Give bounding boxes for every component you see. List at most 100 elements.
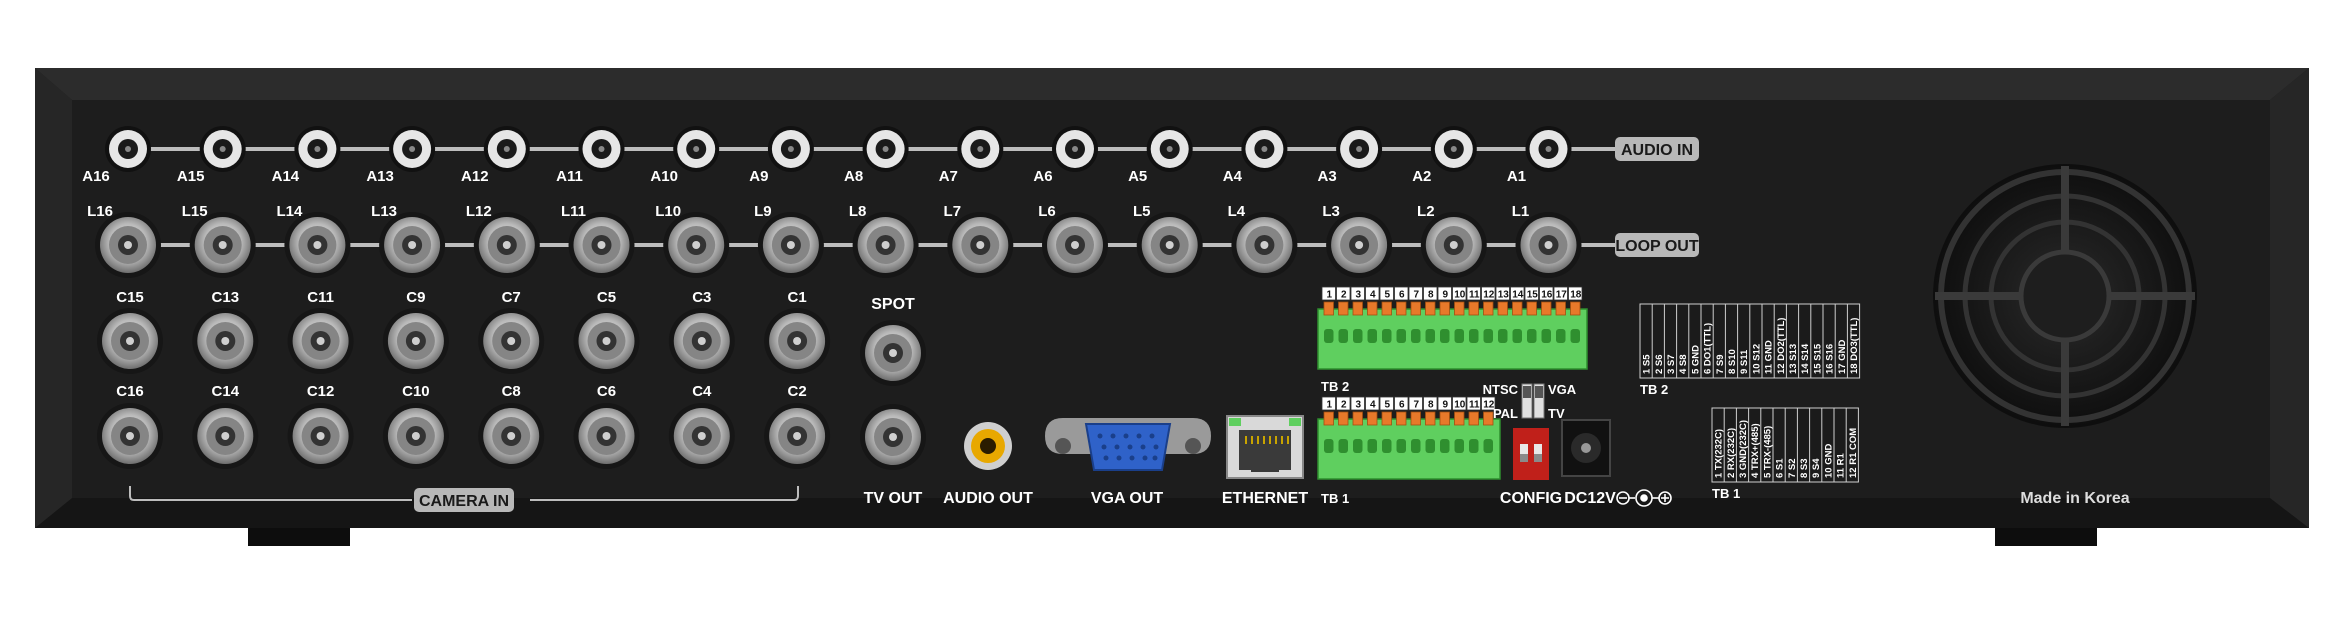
- tb2-table-entry-3: 3 S7: [1666, 354, 1677, 374]
- loop-out-label-l6: L6: [1038, 203, 1056, 220]
- tb2-table-entry-12: 12 DO2(TTL): [1776, 318, 1787, 374]
- loop-out-bnc-l3[interactable]: [1326, 212, 1393, 278]
- audio-in-jack-a4[interactable]: [1241, 126, 1288, 172]
- audio-in-jack-a11[interactable]: [578, 126, 625, 172]
- loop-out-bnc-l9[interactable]: [757, 212, 824, 278]
- camera-in-bnc-c8[interactable]: [478, 403, 545, 469]
- loop-out-bnc-l11[interactable]: [568, 212, 635, 278]
- loop-out-bnc-l16[interactable]: [95, 212, 161, 278]
- tb2-table-entry-13: 13 S13: [1788, 344, 1799, 374]
- loop-out-label-l4: L4: [1228, 203, 1246, 220]
- loop-out-bnc-l12[interactable]: [473, 212, 540, 278]
- loop-out-label-l1: L1: [1512, 203, 1530, 220]
- tb1-connector-body[interactable]: [1317, 411, 1501, 480]
- dvr-rear-panel: A16 A15 A14 A13 A12 A11 A10 A9 A8 A7 A6 A5 A4 A3 A2 A1 A…: [35, 68, 2309, 546]
- audio-in-label-a10: A10: [650, 168, 678, 185]
- tb1-table-entry-4: 4 TRX+(485): [1750, 423, 1761, 478]
- vga-tv-switch[interactable]: [1533, 383, 1545, 419]
- audio-in-jack-a1[interactable]: [1525, 126, 1572, 172]
- camera-in-label-c4: C4: [692, 383, 712, 400]
- loop-out-bnc-l6[interactable]: [1042, 212, 1108, 278]
- camera-in-bnc-c4[interactable]: [668, 403, 735, 469]
- loop-out-bnc-l4[interactable]: [1231, 212, 1298, 278]
- tb2-connector-body[interactable]: [1317, 301, 1588, 370]
- camera-in-bnc-c16[interactable]: [97, 403, 163, 469]
- ntsc-label: NTSC: [1483, 382, 1519, 397]
- loop-out-bnc-l7[interactable]: [947, 212, 1014, 278]
- camera-in-bnc-c10[interactable]: [382, 403, 449, 469]
- camera-in-label-c1: C1: [788, 289, 807, 306]
- loop-out-bnc-l8[interactable]: [852, 212, 919, 278]
- camera-in-bnc-c1[interactable]: [764, 308, 831, 374]
- tv-mode-label: TV: [1548, 406, 1565, 421]
- tb2-pin-number-7: 7: [1413, 290, 1419, 301]
- camera-in-bnc-c3[interactable]: [668, 308, 735, 374]
- camera-in-bnc-c9[interactable]: [382, 308, 449, 374]
- tv-out-bnc-connector[interactable]: [860, 404, 926, 470]
- audio-in-jack-a9[interactable]: [767, 126, 814, 172]
- camera-in-bnc-c13[interactable]: [192, 308, 259, 374]
- tb2-pin-number-15: 15: [1527, 290, 1539, 301]
- audio-in-jack-a7[interactable]: [957, 126, 1004, 172]
- tb2-pin-number-17: 17: [1556, 290, 1568, 301]
- camera-in-bnc-c14[interactable]: [192, 403, 259, 469]
- camera-in-label-c15: C15: [116, 289, 144, 306]
- audio-out-rca-jack[interactable]: [964, 422, 1012, 470]
- loop-out-bnc-l14[interactable]: [284, 212, 351, 278]
- tb1-pin-number-8: 8: [1428, 400, 1434, 411]
- audio-in-label-a16: A16: [82, 168, 110, 185]
- audio-in-jack-a8[interactable]: [862, 126, 909, 172]
- loop-out-bnc-l10[interactable]: [663, 212, 730, 278]
- camera-in-bnc-c15[interactable]: [97, 308, 163, 374]
- audio-in-label-a6: A6: [1033, 168, 1052, 185]
- audio-in-label-a15: A15: [177, 168, 205, 185]
- loop-out-bnc-l15[interactable]: [189, 212, 256, 278]
- tb1-table-entry-6: 6 S1: [1775, 458, 1786, 478]
- audio-in-label-a4: A4: [1223, 168, 1243, 185]
- audio-in-jack-a6[interactable]: [1052, 126, 1098, 172]
- tb2-pin-number-12: 12: [1483, 290, 1495, 301]
- audio-out-label: AUDIO OUT: [943, 490, 1033, 507]
- dc12v-power-jack[interactable]: [1561, 419, 1611, 477]
- tb1-table-entry-9: 9 S4: [1811, 458, 1822, 478]
- audio-in-jack-a5[interactable]: [1146, 126, 1193, 172]
- tb2-terminal-block: 1 2 3 4 5 6 7 8 9 10 11 12 13 14 15 16 17 18: [1317, 286, 1588, 370]
- vga-mode-label: VGA: [1548, 382, 1577, 397]
- audio-in-jack-a13[interactable]: [389, 126, 436, 172]
- tb1-pin-number-4: 4: [1370, 400, 1376, 411]
- config-dip-switch[interactable]: [1513, 428, 1549, 480]
- loop-out-bnc-l13[interactable]: [379, 212, 446, 278]
- tb2-table-entry-16: 16 S16: [1825, 344, 1836, 374]
- camera-in-bnc-c2[interactable]: [764, 403, 831, 469]
- audio-in-jack-a14[interactable]: [294, 126, 341, 172]
- loop-out-label-l8: L8: [849, 203, 867, 220]
- audio-in-jack-a12[interactable]: [483, 126, 530, 172]
- camera-in-label: CAMERA IN: [419, 493, 509, 510]
- ethernet-port[interactable]: [1226, 415, 1304, 479]
- ntsc-pal-switch[interactable]: [1521, 383, 1533, 419]
- camera-in-bnc-c12[interactable]: [287, 403, 354, 469]
- camera-in-bnc-c5[interactable]: [573, 308, 640, 374]
- tb1-block-label: TB 1: [1321, 491, 1349, 506]
- audio-in-jack-a16[interactable]: [105, 126, 151, 172]
- audio-in-jack-a10[interactable]: [673, 126, 720, 172]
- camera-in-bnc-c11[interactable]: [287, 308, 354, 374]
- audio-in-jack-a3[interactable]: [1336, 126, 1383, 172]
- tb2-pin-number-10: 10: [1454, 290, 1466, 301]
- audio-in-jack-a15[interactable]: [199, 126, 246, 172]
- audio-in-label-a3: A3: [1318, 168, 1337, 185]
- tb2-block-label: TB 2: [1321, 379, 1349, 394]
- camera-in-label-c11: C11: [307, 289, 334, 306]
- tv-out-group: TV OUT: [860, 404, 926, 507]
- loop-out-bnc-l2[interactable]: [1420, 212, 1487, 278]
- spot-bnc-connector[interactable]: [860, 320, 926, 386]
- tb2-table-entry-18: 18 DO3(TTL): [1849, 318, 1860, 374]
- audio-in-jack-a2[interactable]: [1430, 126, 1477, 172]
- audio-in-label-a14: A14: [272, 168, 300, 185]
- loop-out-bnc-l1[interactable]: [1515, 212, 1582, 278]
- audio-in-label-a2: A2: [1412, 168, 1431, 185]
- camera-in-bnc-c7[interactable]: [478, 308, 545, 374]
- tb2-table-entry-14: 14 S14: [1800, 343, 1811, 374]
- loop-out-bnc-l5[interactable]: [1136, 212, 1203, 278]
- camera-in-bnc-c6[interactable]: [573, 403, 640, 469]
